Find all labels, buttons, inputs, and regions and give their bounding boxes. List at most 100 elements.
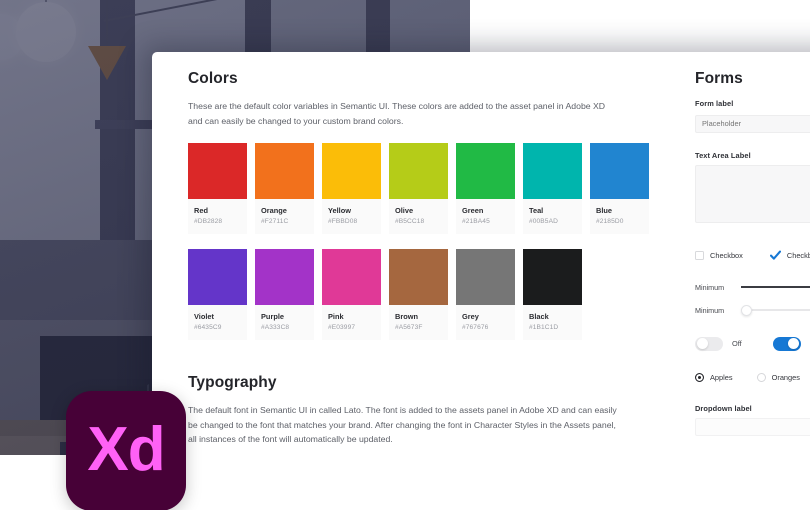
dropdown-select[interactable] <box>695 417 810 436</box>
color-swatch-chip <box>523 249 582 305</box>
color-swatch-meta: Olive #B5CC18 <box>389 199 448 234</box>
color-swatch-chip <box>590 143 649 199</box>
color-swatch-hex: #767676 <box>462 324 489 331</box>
form-text-input[interactable] <box>695 114 810 133</box>
color-swatch-meta: Yellow #FBBD08 <box>322 199 381 234</box>
slider-handle[interactable] <box>741 304 752 316</box>
slider-group: Minimum Minimum <box>695 283 810 316</box>
slider-label: Minimum <box>695 282 725 292</box>
form-textarea[interactable] <box>695 164 810 223</box>
color-swatch-name: Olive <box>395 206 414 215</box>
toggle-label: Off <box>732 339 742 348</box>
color-swatch-meta: Orange #F2711C <box>255 199 314 234</box>
color-swatch-row-2: Violet #6435C9 Purple #A333C8 Pink #E03997 Bro… <box>188 249 648 340</box>
toggle-group: Off <box>695 336 810 351</box>
radio-empty-icon <box>756 372 766 382</box>
color-swatch[interactable]: Black #1B1C1D <box>523 249 582 340</box>
color-swatch[interactable]: Teal #00B5AD <box>523 143 582 234</box>
style-guide-card: Colors These are the default color varia… <box>152 52 810 510</box>
color-swatch[interactable]: Pink #E03997 <box>322 249 381 340</box>
color-swatch-hex: #E03997 <box>328 324 356 331</box>
toggle-switch-off[interactable] <box>695 336 723 351</box>
color-swatch-meta: Red #DB2828 <box>188 199 247 234</box>
color-swatch-meta: Pink #E03997 <box>322 305 381 340</box>
colors-section-description: These are the default color variables in… <box>188 101 606 126</box>
color-swatch-hex: #1B1C1D <box>529 324 559 331</box>
color-swatch-hex: #21BA45 <box>462 218 490 225</box>
color-swatch[interactable]: Grey #767676 <box>456 249 515 340</box>
checkbox-item[interactable]: Checkbox <box>695 250 743 260</box>
slider-label: Minimum <box>695 305 725 315</box>
slider-row[interactable]: Minimum <box>695 304 810 316</box>
toggle-knob <box>696 338 708 349</box>
checkbox-label: Checkbox <box>786 250 810 260</box>
color-swatch-name: Black <box>529 312 549 321</box>
color-swatch-row-1: Red #DB2828 Orange #F2711C Yellow #FBBD08 Oliv… <box>188 143 649 234</box>
color-swatch-chip <box>255 143 314 199</box>
color-swatch-name: Grey <box>462 312 479 321</box>
checkbox-item[interactable]: Checkbox <box>769 250 810 261</box>
checkmark-icon <box>769 250 781 261</box>
color-swatch-chip <box>456 249 515 305</box>
color-swatch[interactable]: Purple #A333C8 <box>255 249 314 340</box>
color-swatch-name: Pink <box>328 312 344 321</box>
adobe-xd-logo-text: Xd <box>87 414 165 484</box>
color-swatch-name: Teal <box>529 206 544 215</box>
color-swatch[interactable]: Red #DB2828 <box>188 143 247 234</box>
checkbox-group: Checkbox Checkbox <box>695 250 810 261</box>
color-swatch-name: Purple <box>261 312 284 321</box>
color-swatch-chip <box>523 143 582 199</box>
color-swatch[interactable]: Orange #F2711C <box>255 143 314 234</box>
color-swatch-meta: Green #21BA45 <box>456 199 515 234</box>
color-swatch-hex: #2185D0 <box>596 218 624 225</box>
color-swatch-name: Red <box>194 206 208 215</box>
color-swatch-chip <box>456 143 515 199</box>
checkbox-empty-icon <box>695 250 704 260</box>
color-swatch-hex: #F2711C <box>261 218 289 225</box>
color-swatch-hex: #A333C8 <box>261 324 290 331</box>
adobe-xd-logo: Xd <box>66 391 186 510</box>
color-swatch-chip <box>322 249 381 305</box>
color-swatch-hex: #A5673F <box>395 324 423 331</box>
color-swatch[interactable]: Brown #A5673F <box>389 249 448 340</box>
color-swatch[interactable]: Blue #2185D0 <box>590 143 649 234</box>
color-swatch-meta: Blue #2185D0 <box>590 199 649 234</box>
color-swatch[interactable]: Violet #6435C9 <box>188 249 247 340</box>
color-swatch-chip <box>188 143 247 199</box>
color-swatch-chip <box>255 249 314 305</box>
color-swatch[interactable]: Olive #B5CC18 <box>389 143 448 234</box>
slider-track[interactable] <box>741 285 810 289</box>
color-swatch[interactable]: Yellow #FBBD08 <box>322 143 381 234</box>
toggle-switch-on[interactable] <box>772 336 801 351</box>
dropdown-label: Dropdown label <box>695 403 752 413</box>
color-swatch-name: Violet <box>194 312 214 321</box>
radio-item[interactable]: Apples <box>695 372 733 382</box>
color-swatch-meta: Violet #6435C9 <box>188 305 247 340</box>
checkbox-label: Checkbox <box>710 250 743 260</box>
typography-section-title: Typography <box>188 374 277 391</box>
radio-item[interactable]: Oranges <box>756 372 800 382</box>
slider-track[interactable] <box>741 304 810 316</box>
forms-section-title: Forms <box>695 70 743 87</box>
color-swatch-meta: Brown #A5673F <box>389 305 448 340</box>
typography-section-description: The default font in Semantic UI in calle… <box>188 405 617 444</box>
color-swatch-chip <box>322 143 381 199</box>
radio-group: Apples Oranges <box>695 372 810 382</box>
card-body: Colors These are the default color varia… <box>152 52 810 510</box>
color-swatch-hex: #DB2828 <box>194 218 223 225</box>
color-swatch-hex: #00B5AD <box>529 218 558 225</box>
radio-label: Apples <box>710 372 733 382</box>
color-swatch-hex: #B5CC18 <box>395 218 425 225</box>
form-label: Form label <box>695 99 734 108</box>
color-swatch-chip <box>389 249 448 305</box>
color-swatch[interactable]: Green #21BA45 <box>456 143 515 234</box>
typography-section: Typography The default font in Semantic … <box>188 374 648 447</box>
slider-row[interactable]: Minimum <box>695 283 810 292</box>
color-swatch-name: Blue <box>596 206 613 215</box>
color-swatch-meta: Black #1B1C1D <box>523 305 582 340</box>
